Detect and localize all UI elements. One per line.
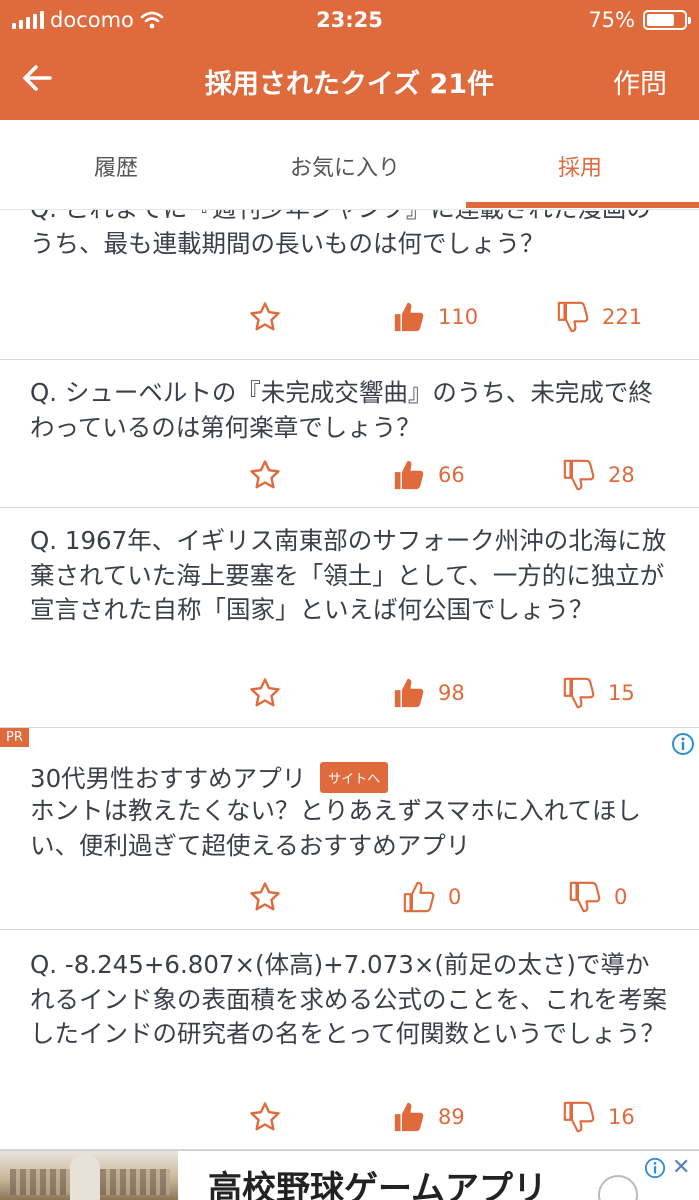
info-icon[interactable] bbox=[671, 732, 695, 756]
ad-actions: 0 0 bbox=[0, 880, 699, 920]
like-button[interactable]: 0 bbox=[402, 880, 461, 914]
quiz-card[interactable]: Q. 1967年、イギリス南東部のサフォーク州沖の北海に放棄されていた海上要塞を… bbox=[0, 508, 699, 728]
like-count: 98 bbox=[438, 681, 465, 705]
quiz-actions: 89 16 bbox=[0, 1100, 699, 1140]
tab-history[interactable]: 履歴 bbox=[94, 150, 138, 182]
thumbs-up-icon bbox=[394, 302, 424, 332]
dislike-count: 16 bbox=[608, 1105, 635, 1129]
quiz-card[interactable]: Q. -8.245+6.807×(体高)+7.073×(前足の太さ)で導かれるイ… bbox=[0, 930, 699, 1150]
dislike-count: 0 bbox=[614, 885, 628, 909]
page-title: 採用されたクイズ 21件 bbox=[204, 69, 495, 100]
quiz-card[interactable]: Q. これまでに『週刊少年ジャンプ』に連載された漫画のうち、最も連載期間の長いも… bbox=[0, 210, 699, 360]
star-outline-icon[interactable] bbox=[248, 458, 282, 492]
like-count: 66 bbox=[438, 463, 465, 487]
banner-ad[interactable]: 高校野球ゲームアプリ ✕ bbox=[0, 1150, 699, 1200]
tab-indicator bbox=[466, 202, 699, 208]
ad-body: ホントは教えたくない？とりあえずスマホに入れてほしい、便利過ぎて超使えるおすすめ… bbox=[30, 796, 642, 860]
star-outline-icon[interactable] bbox=[248, 880, 282, 914]
thumbs-up-icon bbox=[394, 1102, 424, 1132]
quiz-feed[interactable]: Q. これまでに『週刊少年ジャンプ』に連載された漫画のうち、最も連載期間の長いも… bbox=[0, 210, 699, 1150]
like-count: 0 bbox=[448, 885, 462, 909]
banner-title: 高校野球ゲームアプリ bbox=[208, 1169, 547, 1200]
close-icon[interactable]: ✕ bbox=[672, 1155, 690, 1180]
quiz-actions: 98 15 bbox=[0, 676, 699, 716]
dislike-button[interactable]: 28 bbox=[562, 458, 635, 492]
quiz-card[interactable]: Q. シューベルトの『未完成交響曲』のうち、未完成で終わっているのは第何楽章でし… bbox=[0, 360, 699, 508]
thumbs-up-icon bbox=[394, 678, 424, 708]
chevron-right-icon[interactable] bbox=[598, 1175, 638, 1200]
battery-icon bbox=[643, 10, 691, 30]
like-count: 110 bbox=[438, 305, 479, 329]
quiz-question: Q. これまでに『週刊少年ジャンプ』に連載された漫画のうち、最も連載期間の長いも… bbox=[30, 210, 651, 258]
star-outline-icon[interactable] bbox=[248, 300, 282, 334]
status-bar: docomo 23:25 75% bbox=[0, 0, 699, 40]
visit-site-button[interactable]: サイトへ bbox=[320, 762, 389, 793]
battery-percent: 75% bbox=[588, 8, 635, 32]
ad-title: 30代男性おすすめアプリ bbox=[30, 764, 307, 793]
quiz-question: Q. -8.245+6.807×(体高)+7.073×(前足の太さ)で導かれるイ… bbox=[30, 950, 667, 1048]
thumbs-down-icon bbox=[557, 301, 589, 333]
quiz-question: Q. 1967年、イギリス南東部のサフォーク州沖の北海に放棄されていた海上要塞を… bbox=[30, 526, 667, 624]
dislike-button[interactable]: 221 bbox=[556, 300, 642, 334]
tab-adopted[interactable]: 採用 bbox=[558, 150, 602, 182]
dislike-button[interactable]: 16 bbox=[562, 1100, 635, 1134]
thumbs-down-icon bbox=[563, 1101, 595, 1133]
quiz-actions: 66 28 bbox=[0, 458, 699, 498]
thumbs-up-icon bbox=[394, 460, 424, 490]
star-outline-icon[interactable] bbox=[248, 1100, 282, 1134]
battery-info: 75% bbox=[588, 8, 691, 32]
dislike-count: 221 bbox=[602, 305, 643, 329]
create-quiz-button[interactable]: 作問 bbox=[613, 62, 667, 101]
banner-image[interactable] bbox=[0, 1151, 178, 1200]
dislike-button[interactable]: 15 bbox=[562, 676, 635, 710]
pr-label: PR bbox=[0, 728, 29, 747]
dislike-count: 15 bbox=[608, 681, 635, 705]
like-button[interactable]: 98 bbox=[392, 676, 465, 710]
ad-title-row: 30代男性おすすめアプリ サイトへ bbox=[30, 760, 389, 795]
thumbs-down-icon bbox=[563, 459, 595, 491]
like-count: 89 bbox=[438, 1105, 465, 1129]
info-icon[interactable] bbox=[644, 1157, 666, 1179]
quiz-actions: 110 221 bbox=[0, 300, 699, 340]
nav-bar: 採用されたクイズ 21件 作問 bbox=[0, 40, 699, 120]
thumbs-down-icon bbox=[563, 677, 595, 709]
like-button[interactable]: 89 bbox=[392, 1100, 465, 1134]
quiz-question: Q. シューベルトの『未完成交響曲』のうち、未完成で終わっているのは第何楽章でし… bbox=[30, 378, 653, 442]
tab-bar: 履歴 お気に入り 採用 bbox=[0, 120, 699, 210]
tab-favorites[interactable]: お気に入り bbox=[290, 150, 400, 182]
star-outline-icon[interactable] bbox=[248, 676, 282, 710]
dislike-button[interactable]: 0 bbox=[568, 880, 627, 914]
thumbs-down-icon bbox=[569, 881, 601, 913]
dislike-count: 28 bbox=[608, 463, 635, 487]
ad-card[interactable]: PR 30代男性おすすめアプリ サイトへ ホントは教えたくない？とりあえずスマホ… bbox=[0, 728, 699, 930]
thumbs-up-icon bbox=[403, 881, 435, 913]
like-button[interactable]: 110 bbox=[392, 300, 478, 334]
like-button[interactable]: 66 bbox=[392, 458, 465, 492]
